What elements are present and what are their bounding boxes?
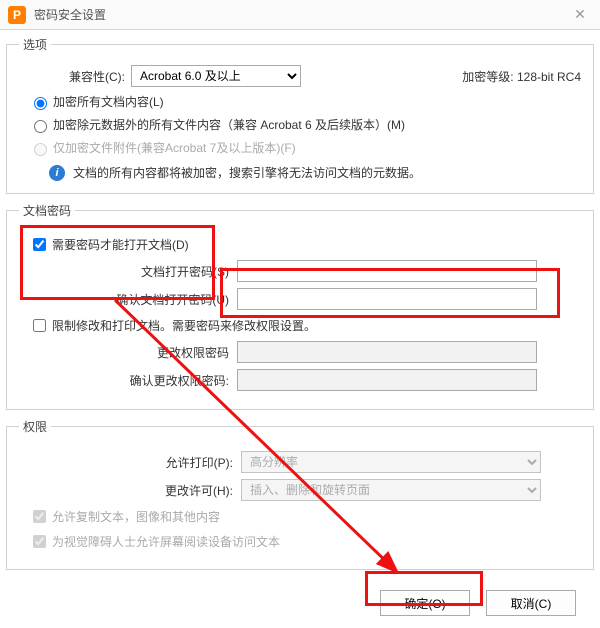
doc-password-group: 文档密码 需要密码才能打开文档(D) 文档打开密码(S) 确认文档打开密码(U)… — [6, 202, 594, 410]
allow-copy-label: 允许复制文本，图像和其他内容 — [52, 508, 220, 525]
encrypt-attach-only-radio-input — [34, 143, 47, 156]
allow-screenreader-checkbox — [33, 535, 46, 548]
options-group: 选项 兼容性(C): Acrobat 6.0 及以上 加密等级: 128-bit… — [6, 36, 594, 194]
window-title: 密码安全设置 — [34, 6, 568, 23]
change-allow-label: 更改许可(H): — [19, 482, 233, 499]
doc-password-legend: 文档密码 — [19, 202, 75, 219]
encrypt-except-meta-radio[interactable]: 加密除元数据外的所有文件内容（兼容 Acrobat 6 及后续版本）(M) — [29, 116, 581, 133]
encrypt-except-meta-radio-input[interactable] — [34, 120, 47, 133]
allow-copy-checkbox — [33, 510, 46, 523]
enc-level: 加密等级: 128-bit RC4 — [462, 68, 581, 85]
allow-screenreader-check: 为视觉障碍人士允许屏幕阅读设备访问文本 — [29, 532, 581, 551]
encrypt-all-radio[interactable]: 加密所有文档内容(L) — [29, 93, 581, 110]
compat-select[interactable]: Acrobat 6.0 及以上 — [131, 65, 301, 87]
perm-pw-label: 更改权限密码 — [19, 344, 229, 361]
perm-pw-input — [237, 341, 537, 363]
restrict-edit-check[interactable]: 限制修改和打印文档。需要密码来修改权限设置。 — [29, 316, 581, 335]
restrict-edit-checkbox[interactable] — [33, 319, 46, 332]
confirm-open-pw-label: 确认文档打开密码(U) — [19, 291, 229, 308]
require-open-pw-label: 需要密码才能打开文档(D) — [52, 236, 189, 253]
options-legend: 选项 — [19, 36, 51, 53]
allow-screenreader-label: 为视觉障碍人士允许屏幕阅读设备访问文本 — [52, 533, 280, 550]
encrypt-except-meta-label: 加密除元数据外的所有文件内容（兼容 Acrobat 6 及后续版本）(M) — [53, 116, 405, 133]
open-pw-row: 文档打开密码(S) — [19, 260, 581, 282]
info-text: 文档的所有内容都将被加密，搜索引擎将无法访问文档的元数据。 — [73, 164, 421, 181]
confirm-open-pw-row: 确认文档打开密码(U) — [19, 288, 581, 310]
require-open-pw-check[interactable]: 需要密码才能打开文档(D) — [29, 235, 581, 254]
confirm-perm-pw-row: 确认更改权限密码: — [19, 369, 581, 391]
encrypt-all-label: 加密所有文档内容(L) — [53, 93, 164, 110]
confirm-open-pw-input[interactable] — [237, 288, 537, 310]
info-row: i 文档的所有内容都将被加密，搜索引擎将无法访问文档的元数据。 — [49, 164, 581, 181]
confirm-perm-pw-input — [237, 369, 537, 391]
encrypt-attach-only-label: 仅加密文件附件(兼容Acrobat 7及以上版本)(F) — [53, 139, 296, 156]
require-open-pw-checkbox[interactable] — [33, 238, 46, 251]
compat-label: 兼容性(C): — [19, 68, 125, 85]
permissions-group: 权限 允许打印(P): 高分辨率 更改许可(H): 插入、删除和旋转页面 允许复… — [6, 418, 594, 570]
cancel-button[interactable]: 取消(C) — [486, 590, 576, 616]
ok-button[interactable]: 确定(O) — [380, 590, 470, 616]
close-icon[interactable]: ✕ — [568, 3, 592, 27]
encrypt-attach-only-radio: 仅加密文件附件(兼容Acrobat 7及以上版本)(F) — [29, 139, 581, 156]
allow-print-select: 高分辨率 — [241, 451, 541, 473]
change-allow-select: 插入、删除和旋转页面 — [241, 479, 541, 501]
change-allow-row: 更改许可(H): 插入、删除和旋转页面 — [19, 479, 581, 501]
open-pw-label: 文档打开密码(S) — [19, 263, 229, 280]
allow-print-label: 允许打印(P): — [19, 454, 233, 471]
info-icon: i — [49, 165, 65, 181]
confirm-perm-pw-label: 确认更改权限密码: — [19, 372, 229, 389]
permissions-legend: 权限 — [19, 418, 51, 435]
dialog-footer: 确定(O) 取消(C) — [6, 578, 594, 628]
compat-row: 兼容性(C): Acrobat 6.0 及以上 加密等级: 128-bit RC… — [19, 65, 581, 87]
perm-pw-row: 更改权限密码 — [19, 341, 581, 363]
allow-print-row: 允许打印(P): 高分辨率 — [19, 451, 581, 473]
allow-copy-check: 允许复制文本，图像和其他内容 — [29, 507, 581, 526]
restrict-edit-label: 限制修改和打印文档。需要密码来修改权限设置。 — [52, 317, 316, 334]
app-logo-icon: P — [8, 6, 26, 24]
titlebar: P 密码安全设置 ✕ — [0, 0, 600, 30]
open-pw-input[interactable] — [237, 260, 537, 282]
encrypt-all-radio-input[interactable] — [34, 97, 47, 110]
